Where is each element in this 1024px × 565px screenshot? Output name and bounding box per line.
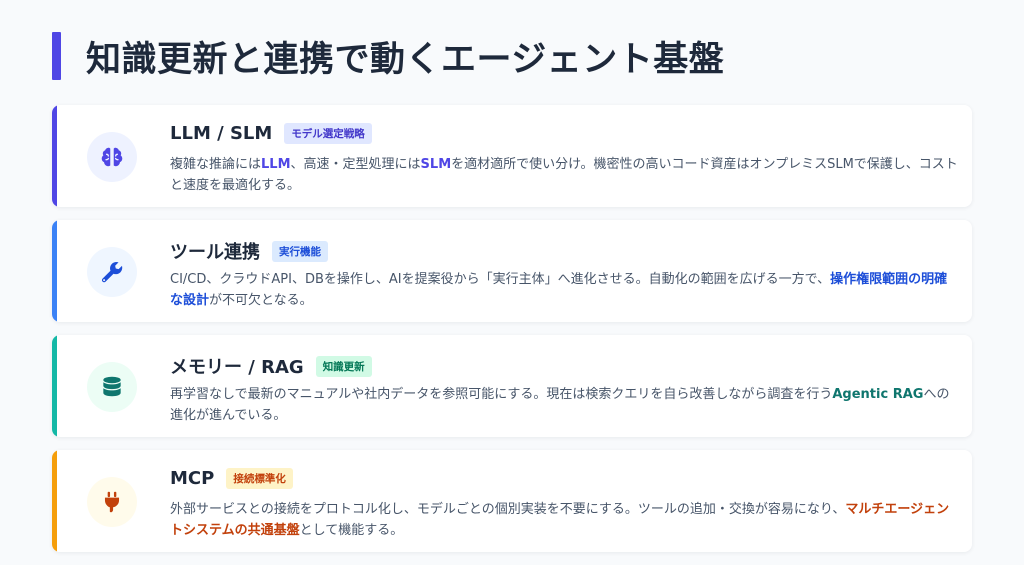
desc-text: として機能する。 [299, 523, 404, 538]
card-tool-integration: ツール連携 実行機能 CI/CD、クラウドAPI、DBを操作し、AIを提案役から… [52, 220, 972, 322]
card-header: ツール連携 実行機能 [170, 238, 328, 264]
desc-text: 外部サービスとの接続をプロトコル化し、モデルごとの個別実装を不要にする。ツールの… [170, 502, 846, 517]
page-title: 知識更新と連携で動くエージェント基盤 [86, 39, 725, 80]
desc-text: が不可欠となる。 [209, 293, 313, 308]
card-accent-stripe [52, 450, 57, 552]
title-accent-bar [52, 32, 61, 80]
card-header: LLM / SLM モデル選定戦略 [170, 123, 372, 144]
card-title: LLM / SLM [170, 123, 273, 144]
card-accent-stripe [52, 220, 57, 322]
card-llm-slm: LLM / SLM モデル選定戦略 複雑な推論にはLLM、高速・定型処理にはSL… [52, 105, 972, 207]
card-description: CI/CD、クラウドAPI、DBを操作し、AIを提案役から「実行主体」へ進化させ… [170, 269, 960, 311]
desc-highlight: Agentic RAG [832, 387, 924, 402]
card-title: ツール連携 [170, 242, 260, 263]
wrench-icon-circle [87, 247, 137, 297]
brain-icon-circle [87, 132, 137, 182]
desc-text: CI/CD、クラウドAPI、DBを操作し、AIを提案役から「実行主体」へ進化させ… [170, 272, 831, 287]
plug-icon-circle [87, 477, 137, 527]
brain-icon [101, 147, 123, 167]
card-badge: 実行機能 [272, 240, 328, 262]
desc-text: 、高速・定型処理には [290, 157, 421, 172]
card-accent-stripe [52, 105, 57, 207]
card-title: メモリー / RAG [170, 357, 304, 378]
card-header: メモリー / RAG 知識更新 [170, 353, 372, 379]
card-badge: 接続標準化 [226, 468, 293, 489]
card-title: MCP [170, 468, 215, 489]
card-header: MCP 接続標準化 [170, 468, 293, 489]
page-header: 知識更新と連携で動くエージェント基盤 [52, 32, 724, 80]
database-icon [103, 376, 121, 397]
card-badge: モデル選定戦略 [284, 123, 372, 144]
card-badge: 知識更新 [315, 355, 372, 377]
plug-icon [104, 491, 120, 513]
card-description: 再学習なしで最新のマニュアルや社内データを参照可能にする。現在は検索クエリを自ら… [170, 384, 960, 426]
card-description: 複雑な推論にはLLM、高速・定型処理にはSLMを適材適所で使い分け。機密性の高い… [170, 154, 960, 196]
card-description: 外部サービスとの接続をプロトコル化し、モデルごとの個別実装を不要にする。ツールの… [170, 499, 960, 541]
desc-text: 再学習なしで最新のマニュアルや社内データを参照可能にする。現在は検索クエリを自ら… [170, 387, 833, 402]
card-accent-stripe [52, 335, 57, 437]
wrench-icon [101, 262, 123, 283]
desc-highlight: SLM [420, 157, 452, 172]
card-memory-rag: メモリー / RAG 知識更新 再学習なしで最新のマニュアルや社内データを参照可… [52, 335, 972, 437]
card-mcp: MCP 接続標準化 外部サービスとの接続をプロトコル化し、モデルごとの個別実装を… [52, 450, 972, 552]
desc-text: 複雑な推論には [170, 157, 262, 172]
desc-highlight: LLM [261, 157, 291, 172]
database-icon-circle [87, 362, 137, 412]
card-list: LLM / SLM モデル選定戦略 複雑な推論にはLLM、高速・定型処理にはSL… [52, 105, 972, 565]
